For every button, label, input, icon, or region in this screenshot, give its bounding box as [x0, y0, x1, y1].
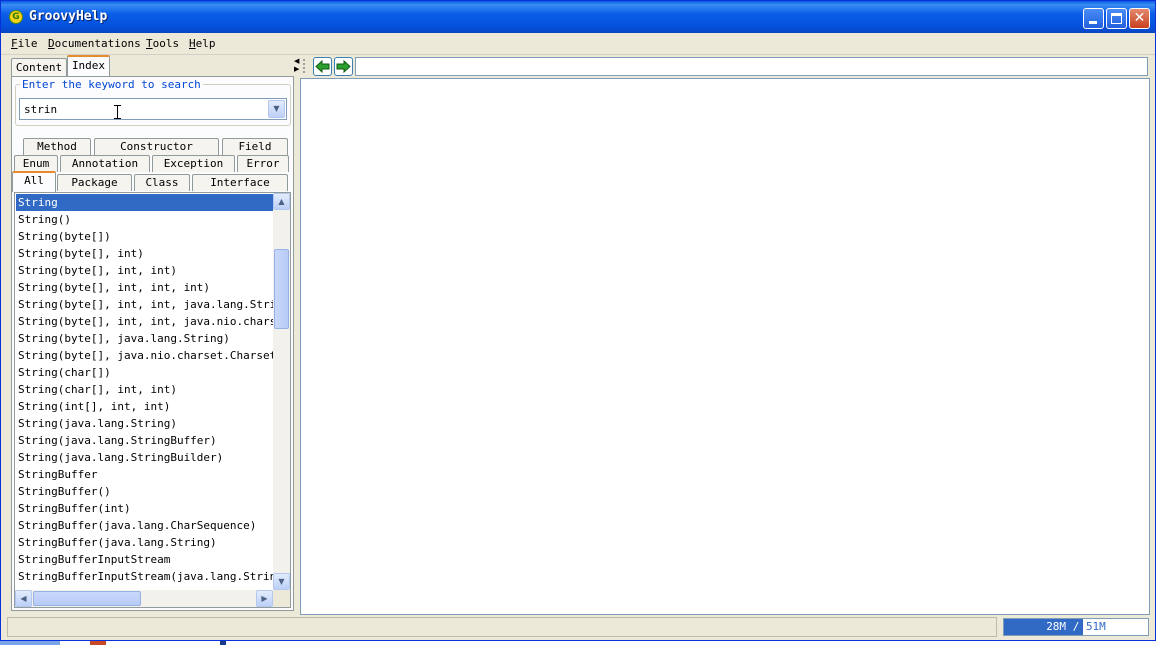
chevron-up-icon: ▲ — [278, 197, 285, 206]
title-bar[interactable]: G GroovyHelp ✕ — [1, 1, 1155, 33]
menu-help[interactable]: Help — [189, 37, 216, 50]
background-app-icon — [90, 641, 106, 645]
filter-tab-all[interactable]: All — [12, 171, 56, 192]
vertical-scroll-thumb[interactable] — [274, 249, 289, 329]
scroll-left-button[interactable]: ◀ — [15, 590, 32, 607]
list-item[interactable]: String(byte[], int, int, int) — [16, 279, 273, 296]
right-pane — [300, 55, 1151, 615]
dropdown-button[interactable]: ▼ — [268, 100, 285, 118]
background-item-icon — [220, 641, 226, 645]
list-item[interactable]: String(byte[], int, int) — [16, 262, 273, 279]
chevron-down-icon: ▼ — [273, 104, 280, 113]
memory-used: 28M — [1046, 620, 1067, 633]
main-window: G GroovyHelp ✕ File Documentations Tools… — [0, 0, 1156, 641]
left-pane: Content Index Enter the keyword to searc… — [7, 55, 294, 611]
close-icon: ✕ — [1133, 10, 1146, 26]
list-item[interactable]: String(char[]) — [16, 364, 273, 381]
chevron-down-icon: ▼ — [278, 577, 285, 586]
collapse-left-icon[interactable]: ◀ — [294, 58, 299, 65]
maximize-icon — [1111, 13, 1122, 24]
list-item[interactable]: String(byte[]) — [16, 228, 273, 245]
forward-button[interactable] — [334, 57, 353, 76]
list-item[interactable]: String(java.lang.StringBuffer) — [16, 432, 273, 449]
filter-tab-error[interactable]: Error — [237, 155, 289, 172]
index-panel: Enter the keyword to search ▼ Method Con… — [11, 76, 294, 611]
forward-arrow-icon — [336, 59, 351, 74]
navigation-bar — [300, 55, 1151, 78]
filter-tab-annotation[interactable]: Annotation — [60, 155, 150, 172]
list-item[interactable]: String(int[], int, int) — [16, 398, 273, 415]
filter-tab-method[interactable]: Method — [23, 138, 91, 155]
list-item[interactable]: StringBufferInputStream(java.lang.String… — [16, 568, 273, 585]
scroll-right-button[interactable]: ▶ — [256, 590, 273, 607]
list-item[interactable]: StringBuffer(java.lang.String) — [16, 534, 273, 551]
maximize-button[interactable] — [1106, 8, 1127, 29]
minimize-button[interactable] — [1083, 8, 1104, 29]
search-input[interactable] — [20, 99, 270, 119]
scroll-down-button[interactable]: ▼ — [273, 573, 290, 590]
list-item[interactable]: String — [16, 194, 273, 211]
expand-right-icon[interactable]: ▶ — [294, 66, 299, 73]
filter-tab-enum[interactable]: Enum — [14, 155, 58, 172]
list-item[interactable]: StringBuffer(int) — [16, 500, 273, 517]
chevron-right-icon: ▶ — [261, 594, 268, 603]
filter-tab-interface[interactable]: Interface — [192, 174, 288, 191]
back-arrow-icon — [315, 59, 330, 74]
filter-tab-constructor[interactable]: Constructor — [94, 138, 219, 155]
menu-documentations[interactable]: Documentations — [48, 37, 141, 50]
search-combo[interactable]: ▼ — [19, 98, 287, 120]
menu-bar: File Documentations Tools Help — [1, 33, 1155, 55]
search-legend: Enter the keyword to search — [20, 78, 203, 91]
list-item[interactable]: StringBuffer — [16, 466, 273, 483]
list-item[interactable]: String(java.lang.StringBuilder) — [16, 449, 273, 466]
minimize-icon — [1089, 21, 1097, 24]
memory-total: 51M — [1085, 620, 1106, 633]
list-item[interactable]: StringBufferInputStream — [16, 551, 273, 568]
groovy-logo-icon: G — [9, 10, 23, 24]
background-taskbar — [0, 641, 1156, 645]
chevron-left-icon: ◀ — [20, 594, 27, 603]
window-title: GroovyHelp — [29, 9, 108, 24]
list-item[interactable]: String() — [16, 211, 273, 228]
filter-tab-class[interactable]: Class — [134, 174, 190, 191]
vertical-scrollbar[interactable]: ▲ ▼ — [273, 193, 290, 590]
background-window-strip — [0, 641, 60, 645]
filter-tab-field[interactable]: Field — [222, 138, 288, 155]
filter-tab-package[interactable]: Package — [57, 174, 132, 191]
status-message-area — [7, 617, 997, 637]
menu-tools[interactable]: Tools — [146, 37, 179, 50]
memory-separator: / — [1072, 620, 1080, 633]
text-cursor-icon — [114, 105, 121, 119]
list-item[interactable]: String(java.lang.String) — [16, 415, 273, 432]
menu-file[interactable]: File — [11, 37, 38, 50]
list-item[interactable]: String(char[], int, int) — [16, 381, 273, 398]
close-button[interactable]: ✕ — [1129, 8, 1150, 29]
horizontal-scrollbar[interactable]: ◀ ▶ — [15, 590, 273, 607]
address-field[interactable] — [355, 57, 1148, 76]
scroll-corner — [273, 590, 290, 607]
memory-text: 28M / 51M — [1004, 619, 1148, 635]
list-item[interactable]: StringBuffer() — [16, 483, 273, 500]
memory-indicator[interactable]: 28M / 51M — [1003, 618, 1149, 636]
tab-index[interactable]: Index — [67, 55, 110, 77]
results-list-box: String String() String(byte[]) String(byte[… — [14, 192, 291, 608]
list-item[interactable]: String(byte[], int, int, java.nio.charse… — [16, 313, 273, 330]
filter-tab-exception[interactable]: Exception — [152, 155, 235, 172]
back-button[interactable] — [313, 57, 332, 76]
results-list[interactable]: String String() String(byte[]) String(byte[… — [16, 194, 273, 586]
scroll-up-button[interactable]: ▲ — [273, 193, 290, 210]
list-item[interactable]: String(byte[], java.lang.String) — [16, 330, 273, 347]
tab-content[interactable]: Content — [11, 58, 67, 77]
search-group: Enter the keyword to search ▼ — [15, 78, 291, 126]
content-view[interactable] — [300, 78, 1150, 615]
list-item[interactable]: String(byte[], int) — [16, 245, 273, 262]
list-item[interactable]: String(byte[], int, int, java.lang.Strin… — [16, 296, 273, 313]
status-bar: 28M / 51M — [1, 615, 1155, 642]
list-item[interactable]: StringBuffer(java.lang.CharSequence) — [16, 517, 273, 534]
toolbar-grip[interactable] — [303, 59, 307, 73]
horizontal-scroll-thumb[interactable] — [33, 591, 141, 606]
list-item[interactable]: String(byte[], java.nio.charset.Charset) — [16, 347, 273, 364]
